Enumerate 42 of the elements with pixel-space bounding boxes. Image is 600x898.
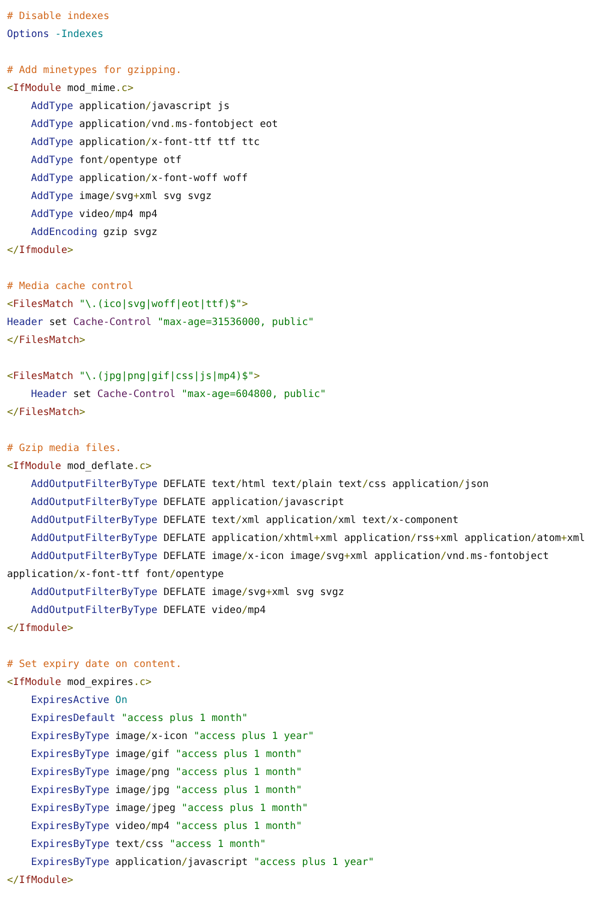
code-line: </FilesMatch> [7,406,86,420]
code-line: <IfModule mod_mime.c> [7,82,134,96]
code-line: AddOutputFilterByType DEFLATE application/xhtml+xml application/rss+xml application/atom+xml [30,532,586,546]
code-line: # Add minetypes for gzipping. [7,64,183,78]
code-line: AddType application/vnd.ms-fontobject eot [30,118,279,132]
code-line: AddType video/mp4 mp4 [30,208,158,222]
code-line: ExpiresByType image/gif "access plus 1 month" [30,748,303,762]
code-line: <IfModule mod_expires.c> [7,676,153,690]
code-line: ExpiresByType image/jpg "access plus 1 month" [30,784,303,798]
code-line: <IfModule mod_deflate.c> [7,460,153,474]
code-line: <FilesMatch "\.(ico|svg|woff|eot|ttf)$"> [7,298,249,312]
code-line: # Media cache control [7,280,134,294]
code-line: AddType font/opentype otf [30,154,183,168]
code-line: AddOutputFilterByType DEFLATE video/mp4 [30,604,267,618]
code-line: ExpiresByType image/png "access plus 1 month" [30,766,303,780]
code-line: AddType application/x-font-ttf ttf ttc [30,136,261,150]
code-line: AddEncoding gzip svgz [30,226,158,240]
code-line: </FilesMatch> [7,334,86,348]
code-line: Header set Cache-Control "max-age=31536000, public" [7,316,316,330]
code-line: AddType application/javascript js [30,100,231,114]
code-line: ExpiresActive On [30,694,128,708]
code-line: Header set Cache-Control "max-age=604800, public" [30,388,328,402]
code-line: ExpiresByType application/javascript "access plus 1 year" [30,856,376,870]
code-line: AddType image/svg+xml svg svgz [30,190,213,204]
code-line: </Ifmodule> [7,244,74,258]
code-line: AddOutputFilterByType DEFLATE application/javascript [30,496,346,510]
code-line: AddOutputFilterByType DEFLATE image/svg+xml svg svgz [30,586,346,600]
code-line: # Gzip media files. [7,442,122,456]
code-line: ExpiresByType text/css "access 1 month" [30,838,267,852]
code-line: AddType application/x-font-woff woff [30,172,249,186]
code-line: AddOutputFilterByType DEFLATE text/html text/plain text/css application/json [30,478,490,492]
code-line: </IfModule> [7,874,74,888]
code-line: AddOutputFilterByType DEFLATE text/xml application/xml text/x-component [30,514,460,528]
code-line: ExpiresDefault "access plus 1 month" [30,712,249,726]
code-line: # Disable indexes [7,10,110,24]
code-line: Options -Indexes [7,28,104,42]
code-line: ExpiresByType image/jpeg "access plus 1 month" [30,802,309,816]
code-line: # Set expiry date on content. [7,658,183,672]
code-line: ExpiresByType video/mp4 "access plus 1 month" [30,820,303,834]
code-line: </Ifmodule> [7,622,74,636]
code-line: <FilesMatch "\.(jpg|png|gif|css|js|mp4)$"> [7,370,261,384]
code-line: ExpiresByType image/x-icon "access plus 1 year" [30,730,316,744]
